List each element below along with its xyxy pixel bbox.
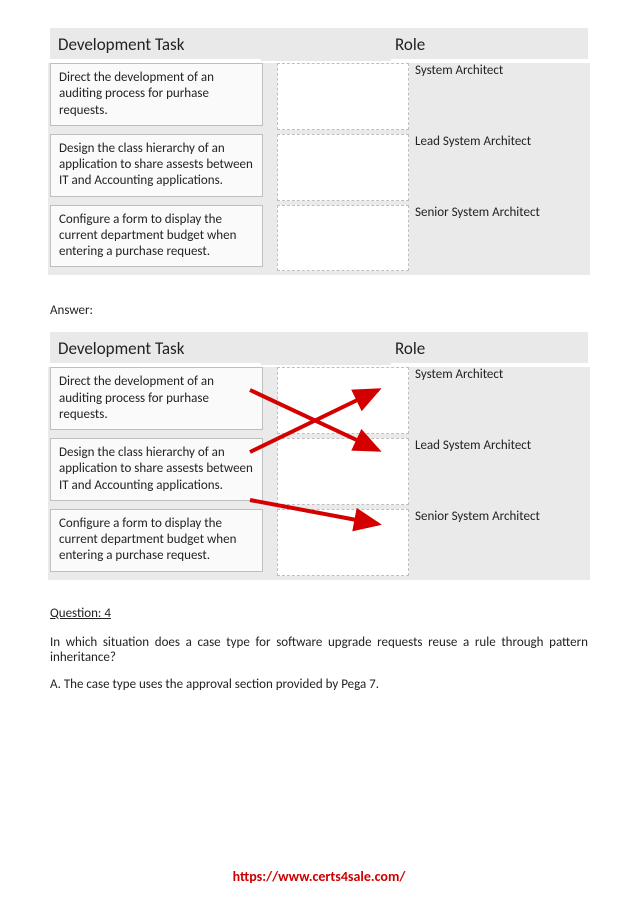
drop-target (277, 367, 409, 434)
drop-target[interactable] (277, 134, 409, 201)
role-label: Senior System Architect (409, 205, 588, 272)
document-page: Development Task Role Direct the develop… (0, 0, 638, 903)
column-header-dev-task: Development Task (50, 28, 261, 61)
drop-target (277, 438, 409, 505)
role-label: Lead System Architect (409, 134, 588, 201)
drop-target[interactable] (277, 205, 409, 272)
column-header-role: Role (391, 28, 588, 61)
task-item[interactable]: Design the class hierarchy of an applica… (50, 134, 263, 197)
matching-question-block: Development Task Role Direct the develop… (50, 28, 588, 275)
drop-target (277, 509, 409, 576)
answer-label: Answer: (50, 303, 588, 318)
column-header-dev-task: Development Task (50, 332, 261, 365)
drop-target[interactable] (277, 63, 409, 130)
question-label: Question: 4 (50, 606, 588, 621)
footer-url[interactable]: https://www.certs4sale.com/ (0, 868, 638, 885)
header-spacer (261, 332, 391, 365)
task-item[interactable]: Configure a form to display the current … (50, 205, 263, 268)
role-label: System Architect (409, 63, 588, 130)
header-spacer (261, 28, 391, 61)
matching-answer-block: Development Task Role Direct the develop… (50, 332, 588, 579)
role-label: Lead System Architect (409, 438, 588, 505)
task-item: Configure a form to display the current … (50, 509, 263, 572)
question-text: In which situation does a case type for … (50, 635, 588, 665)
role-label: System Architect (409, 367, 588, 434)
column-header-role: Role (391, 332, 588, 365)
task-item: Direct the development of an auditing pr… (50, 367, 263, 430)
answer-option-a: A. The case type uses the approval secti… (50, 677, 588, 692)
task-item: Design the class hierarchy of an applica… (50, 438, 263, 501)
role-label: Senior System Architect (409, 509, 588, 576)
task-item[interactable]: Direct the development of an auditing pr… (50, 63, 263, 126)
